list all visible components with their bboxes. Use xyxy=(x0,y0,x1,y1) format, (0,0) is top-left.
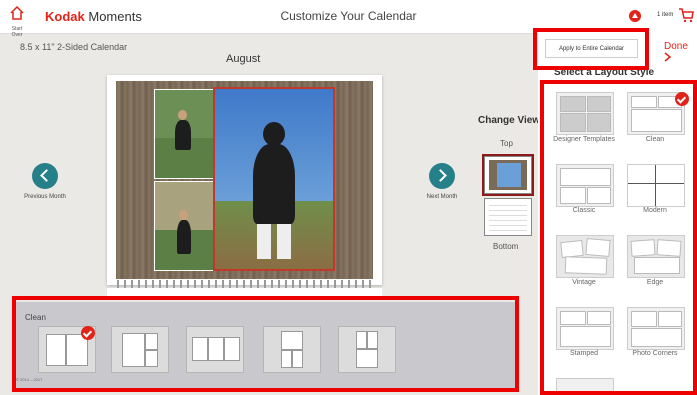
photo-slot-2[interactable] xyxy=(154,181,214,271)
done-label: Done xyxy=(664,41,688,52)
top-view-thumbnail[interactable] xyxy=(482,154,534,196)
product-size-label: 8.5 x 11" 2-Sided Calendar xyxy=(20,42,128,52)
layout-style-label: Vintage xyxy=(572,279,596,286)
photo-slot-1[interactable] xyxy=(154,89,214,179)
layout-style-label: Photo Corners xyxy=(632,350,678,357)
calendar-bottom-page-edge xyxy=(107,288,382,296)
previous-month-button[interactable] xyxy=(32,163,58,189)
photo-slot-main[interactable] xyxy=(213,87,335,271)
layout-style-label: Clean xyxy=(645,136,665,143)
selected-check-icon xyxy=(675,92,689,106)
next-month-label: Next Month xyxy=(426,194,458,200)
layout-option-5[interactable] xyxy=(338,326,396,373)
cart-icon[interactable] xyxy=(678,7,694,23)
apply-to-entire-calendar-button[interactable]: Apply to Entire Calendar xyxy=(545,39,638,58)
select-layout-style-title: Select a Layout Style xyxy=(554,67,655,78)
layout-style-photo-corners[interactable] xyxy=(627,307,685,350)
layout-style-classic[interactable] xyxy=(556,164,614,207)
layout-style-vintage[interactable] xyxy=(556,235,614,278)
layout-style-label: Classic xyxy=(572,207,596,214)
layout-style-label: Designer Templates xyxy=(553,136,615,143)
layout-option-3[interactable] xyxy=(186,326,244,373)
copyright-footnote: © 2014 – 2017 xyxy=(16,377,43,382)
chevron-right-icon xyxy=(664,52,672,62)
layout-option-2[interactable] xyxy=(111,326,169,373)
layout-style-more[interactable] xyxy=(556,378,614,392)
top-view-label: Top xyxy=(500,139,513,148)
layout-style-label: Edge xyxy=(646,279,664,286)
layout-style-label: Stamped xyxy=(569,350,599,357)
cart-count[interactable]: 1 item xyxy=(657,12,673,18)
layout-style-stamped[interactable] xyxy=(556,307,614,350)
layout-style-label: Modern xyxy=(643,207,667,214)
layout-style-edge[interactable] xyxy=(627,235,685,278)
next-month-button[interactable] xyxy=(429,163,455,189)
start-over-label: Start Over xyxy=(11,26,23,38)
page-title: Customize Your Calendar xyxy=(280,9,417,23)
layouts-panel-title: Clean xyxy=(25,313,46,322)
layout-style-modern[interactable] xyxy=(627,164,685,207)
done-button[interactable]: Done xyxy=(664,41,697,64)
selected-check-icon xyxy=(81,326,95,340)
layout-style-designer-templates[interactable] xyxy=(556,92,614,135)
alert-icon[interactable] xyxy=(629,10,641,22)
layout-option-4[interactable] xyxy=(263,326,321,373)
bottom-view-label: Bottom xyxy=(493,242,519,251)
bottom-view-thumbnail[interactable] xyxy=(484,198,532,236)
month-title: August xyxy=(226,53,261,65)
change-view-title: Change View xyxy=(478,115,541,126)
previous-month-label: Previous Month xyxy=(24,194,66,200)
